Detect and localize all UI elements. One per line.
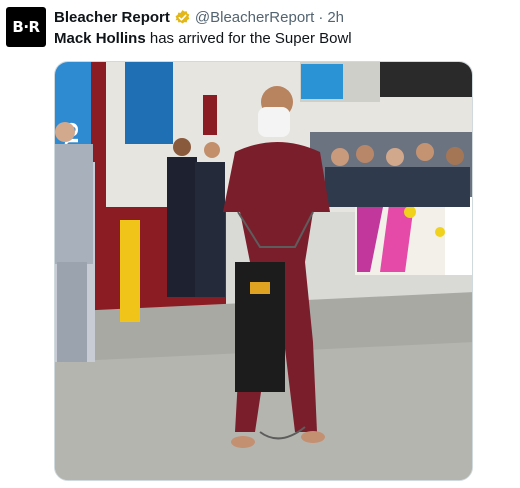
blue-sign	[125, 62, 173, 144]
blue-sign-right	[301, 64, 343, 99]
separator-dot: ·	[318, 8, 324, 26]
timestamp[interactable]: 2h	[327, 9, 344, 26]
tweet-card[interactable]: B·R Bleacher Report @BleacherReport · 2h…	[0, 0, 520, 488]
tweet-header: Bleacher Report @BleacherReport · 2h	[54, 7, 344, 27]
yellow-bollard	[120, 220, 140, 322]
tweet-text-rest: has arrived for the Super Bowl	[145, 30, 352, 47]
handle[interactable]: @BleacherReport	[195, 9, 314, 26]
verified-badge-icon	[175, 9, 190, 24]
avatar[interactable]: B·R	[6, 7, 46, 47]
media-photo[interactable]: OUTI	[54, 61, 473, 481]
display-name[interactable]: Bleacher Report	[54, 9, 170, 26]
photo-illustration: OUTI	[55, 62, 472, 480]
tweet-text: Mack Hollins has arrived for the Super B…	[54, 29, 352, 49]
person-security	[167, 157, 197, 297]
mention-name: Mack Hollins	[54, 30, 146, 47]
